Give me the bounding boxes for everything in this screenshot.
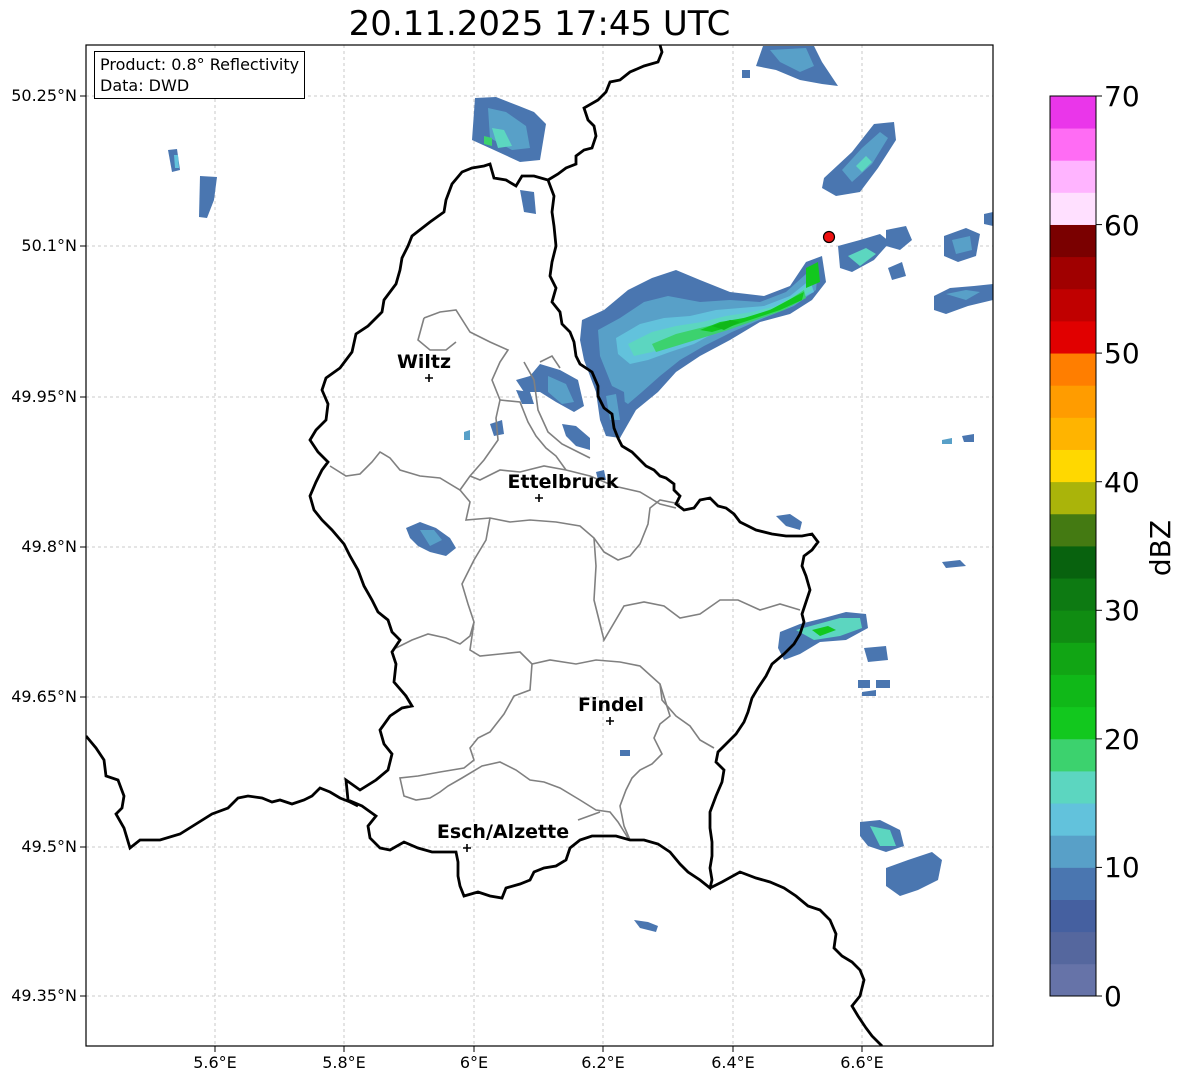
lon-tick-label: 5.8°E	[322, 1053, 366, 1072]
colorbar-tick-label: 60	[1104, 209, 1140, 242]
colorbar-segment	[1050, 931, 1096, 965]
lon-tick-label: 6.2°E	[581, 1053, 625, 1072]
city-label-esch-alzette: Esch/Alzette	[437, 821, 569, 843]
colorbar-segment	[1050, 578, 1096, 611]
colorbar-segment	[1050, 546, 1096, 579]
colorbar-segment	[1050, 803, 1096, 836]
colorbar-segment	[1050, 385, 1096, 418]
product-text: Product: 0.8° Reflectivity	[100, 55, 300, 74]
radar-map-figure: Wiltz Ettelbruck Findel Esch/Alzette 50.…	[11, 44, 1177, 1072]
colorbar-segment	[1050, 128, 1096, 161]
colorbar-segment	[1050, 738, 1096, 772]
lon-tick-label: 6°E	[460, 1053, 488, 1072]
colorbar-segment	[1050, 642, 1096, 675]
colorbar-segment	[1050, 867, 1096, 900]
colorbar-segment	[1050, 963, 1096, 997]
lat-tick-label: 50.1°N	[21, 236, 77, 255]
colorbar-segment	[1050, 481, 1096, 515]
colorbar-segment	[1050, 96, 1096, 129]
colorbar-segment	[1050, 899, 1096, 933]
colorbar-segment	[1050, 288, 1096, 322]
lon-tick-label: 6.6°E	[840, 1053, 884, 1072]
echo-cell	[858, 680, 870, 688]
colorbar-segment	[1050, 192, 1096, 225]
colorbar-segment	[1050, 610, 1096, 643]
map-area[interactable]: Wiltz Ettelbruck Findel Esch/Alzette	[86, 45, 993, 1046]
radar-site-marker	[822, 230, 836, 244]
colorbar: 0 10 20 30 40 50 60 70 dBZ	[1049, 80, 1177, 1013]
colorbar-segment	[1050, 321, 1096, 354]
lat-tick-label: 49.5°N	[21, 837, 77, 856]
lat-tick-label: 49.8°N	[21, 537, 77, 556]
colorbar-segment	[1050, 513, 1096, 547]
colorbar-segment	[1050, 835, 1096, 868]
colorbar-segment	[1050, 417, 1096, 450]
echo-cell	[984, 212, 993, 226]
colorbar-label: dBZ	[1144, 520, 1177, 576]
colorbar-segment	[1050, 449, 1096, 483]
colorbar-tick-label: 0	[1104, 980, 1122, 1013]
colorbar-tick-label: 50	[1104, 337, 1140, 370]
echo-cell	[742, 70, 750, 78]
echo-cell	[620, 750, 630, 756]
colorbar-tick-label: 20	[1104, 723, 1140, 756]
data-source-text: Data: DWD	[100, 76, 190, 95]
colorbar-segment	[1050, 771, 1096, 804]
product-info-box: Product: 0.8° Reflectivity Data: DWD	[94, 51, 306, 99]
city-label-findel: Findel	[578, 694, 644, 716]
lat-tick-label: 49.65°N	[11, 687, 77, 706]
colorbar-tick-label: 30	[1104, 594, 1140, 627]
lon-tick-label: 6.4°E	[711, 1053, 755, 1072]
colorbar-segment	[1050, 353, 1096, 386]
lat-tick-label: 50.25°N	[11, 86, 77, 105]
city-label-wiltz: Wiltz	[397, 351, 451, 373]
colorbar-tick-label: 70	[1104, 80, 1140, 113]
colorbar-tick-label: 10	[1104, 851, 1140, 884]
longitude-axis: 5.6°E 5.8°E 6°E 6.2°E 6.4°E 6.6°E	[193, 1046, 884, 1072]
colorbar-segment	[1050, 224, 1096, 258]
lat-tick-label: 49.95°N	[11, 387, 77, 406]
colorbar-tick-label: 40	[1104, 466, 1140, 499]
lat-tick-label: 49.35°N	[11, 986, 77, 1005]
colorbar-segment	[1050, 706, 1096, 740]
latitude-axis: 50.25°N 50.1°N 49.95°N 49.8°N 49.65°N 49…	[11, 86, 86, 1005]
city-label-ettelbruck: Ettelbruck	[508, 471, 619, 493]
echo-cell	[864, 646, 888, 662]
lon-tick-label: 5.6°E	[193, 1053, 237, 1072]
colorbar-segment	[1050, 160, 1096, 193]
colorbar-segments	[1050, 96, 1096, 997]
colorbar-segment	[1050, 674, 1096, 708]
colorbar-segment	[1050, 256, 1096, 290]
echo-cell	[876, 680, 890, 688]
